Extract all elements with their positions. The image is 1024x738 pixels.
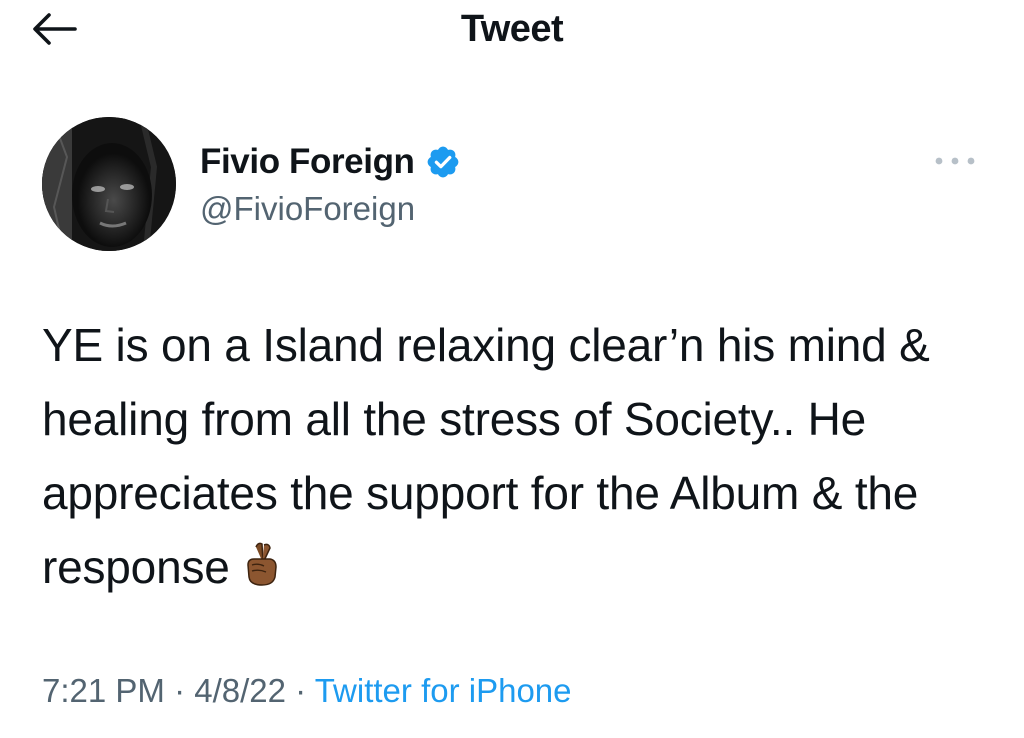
tweet-text: YE is on a Island relaxing clear’n his m…: [42, 319, 930, 593]
tweet-body: YE is on a Island relaxing clear’n his m…: [42, 308, 1002, 608]
separator: ·: [285, 672, 315, 709]
verified-badge-icon: [425, 144, 461, 180]
page-title: Tweet: [460, 8, 564, 50]
user-handle[interactable]: @FivioForeign: [200, 188, 415, 230]
avatar[interactable]: [42, 117, 176, 251]
separator: ·: [164, 672, 195, 709]
author-name-row: Fivio Foreign: [200, 140, 461, 184]
top-bar: Tweet: [0, 0, 1024, 60]
arrow-left-icon: [33, 13, 77, 45]
tweet-source-link[interactable]: Twitter for iPhone: [315, 672, 572, 709]
tweet-time[interactable]: 7:21 PM: [42, 672, 165, 709]
tweet-date[interactable]: 4/8/22: [194, 672, 286, 709]
more-horizontal-icon: [935, 157, 975, 165]
display-name[interactable]: Fivio Foreign: [200, 140, 415, 184]
tweet-metadata: 7:21 PM · 4/8/22 · Twitter for iPhone: [42, 668, 572, 714]
crossed-fingers-icon: [242, 534, 280, 608]
back-button[interactable]: [26, 6, 82, 52]
more-options-button[interactable]: [930, 146, 980, 176]
